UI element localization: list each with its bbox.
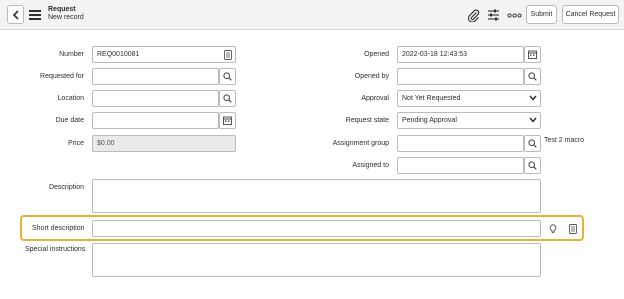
opened-by-search-button[interactable] (524, 68, 541, 85)
due-date-label: Due date (55, 117, 84, 124)
sliders-icon[interactable] (486, 8, 500, 22)
search-icon (223, 94, 232, 103)
search-icon (223, 72, 232, 81)
description-textarea[interactable] (92, 179, 541, 213)
location-field[interactable] (92, 90, 219, 107)
special-instructions-label: Special instructions (25, 246, 86, 253)
requested-for-label: Requested for (40, 73, 84, 80)
assigned-to-field[interactable] (397, 157, 524, 174)
requested-for-search-button[interactable] (219, 68, 236, 85)
due-date-calendar-button[interactable] (219, 112, 236, 129)
document-icon (568, 223, 577, 234)
assigned-to-search-button[interactable] (524, 157, 541, 174)
lightbulb-icon (549, 223, 556, 233)
submit-button[interactable]: Submit (526, 5, 557, 24)
short-description-field[interactable] (92, 220, 541, 237)
opened-by-label: Opened by (354, 73, 389, 80)
assigned-to-label: Assigned to (352, 162, 389, 169)
more-ellipsis-icon[interactable] (506, 8, 522, 22)
opened-field[interactable]: 2022-03-18 12:43:53 (397, 46, 524, 63)
price-field: $0.00 (92, 135, 236, 152)
search-icon (528, 72, 537, 81)
page-subtitle: New record (48, 14, 84, 21)
cancel-request-button[interactable]: Cancel Request (562, 5, 619, 24)
search-icon (528, 161, 537, 170)
paperclip-icon[interactable] (466, 8, 480, 22)
hamburger-menu-icon[interactable] (29, 10, 41, 20)
location-search-button[interactable] (219, 90, 236, 107)
requested-for-field[interactable] (92, 68, 219, 85)
request-state-value: Pending Approval (402, 117, 457, 124)
request-state-select[interactable]: Pending Approval (397, 112, 541, 129)
short-description-lookup-button[interactable] (564, 220, 581, 237)
approval-select[interactable]: Not Yet Requested (397, 90, 541, 107)
assignment-group-label: Assignment group (332, 140, 389, 147)
due-date-field[interactable] (92, 112, 219, 129)
opened-label: Opened (364, 51, 389, 58)
page-title: Request (48, 6, 76, 13)
chevron-left-icon (12, 9, 19, 20)
back-button[interactable] (7, 5, 24, 24)
short-description-label: Short description (32, 225, 85, 232)
calendar-icon (223, 116, 232, 125)
calendar-icon (528, 50, 537, 59)
form-header: Request New record Submit Cancel Request (0, 0, 624, 30)
price-label: Price (68, 140, 84, 147)
assignment-group-search-button[interactable] (524, 135, 541, 152)
special-instructions-textarea[interactable] (92, 243, 541, 277)
chevron-down-icon (529, 95, 537, 101)
number-lookup-icon[interactable] (219, 46, 236, 63)
request-state-label: Request state (345, 117, 389, 124)
opened-calendar-button[interactable] (524, 46, 541, 63)
number-field[interactable]: REQ0010081 (92, 46, 236, 63)
chevron-down-icon (529, 117, 537, 123)
number-label: Number (59, 51, 84, 58)
suggestion-button[interactable] (544, 220, 561, 237)
approval-value: Not Yet Requested (402, 95, 461, 102)
search-icon (528, 139, 537, 148)
location-label: Location (57, 95, 84, 102)
test-2-macro-text: Test 2 macro (544, 137, 585, 144)
assignment-group-field[interactable] (397, 135, 524, 152)
description-label: Description (48, 184, 84, 191)
opened-by-field[interactable] (397, 68, 524, 85)
approval-label: Approval (361, 95, 389, 102)
